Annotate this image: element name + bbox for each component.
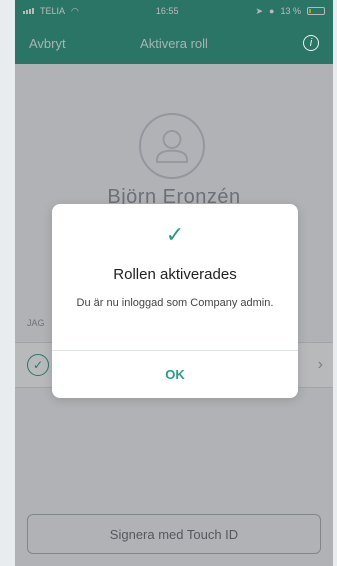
success-alert-dialog: ✓ Rollen aktiverades Du är nu inloggad s… [52,204,298,398]
alert-message: Du är nu inloggad som Company admin. [76,297,274,309]
alert-title: Rollen aktiverades [113,266,237,283]
info-icon[interactable]: i [303,35,319,51]
phone-screen: TELIA ◠ 16:55 ➤ ● 13 % Avbryt Aktivera r… [15,0,333,566]
ok-button[interactable]: OK [52,351,298,398]
checkmark-icon: ✓ [165,222,185,247]
